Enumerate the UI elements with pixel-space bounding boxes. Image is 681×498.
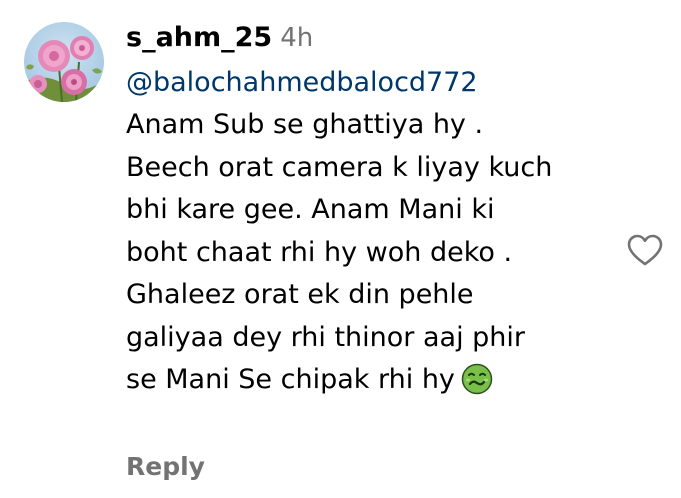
comment-item: s_ahm_25 4h @balochahmedbalocd772 Anam S… xyxy=(0,0,681,498)
comment-text-line: Anam Sub se ghattiya hy . xyxy=(126,109,484,140)
timestamp[interactable]: 4h xyxy=(280,23,313,53)
mention-link[interactable]: @balochahmedbalocd772 xyxy=(126,62,606,104)
comment-text-line: bhi kare gee. Anam Mani ki xyxy=(126,194,495,225)
comment-header: s_ahm_25 4h xyxy=(126,22,606,62)
like-button[interactable] xyxy=(624,229,666,271)
comment-text-fragment: se Mani Se chipak rhi hy xyxy=(126,364,455,395)
comment-text-line-last: se Mani Se chipak rhi hy xyxy=(126,359,606,409)
reply-button[interactable]: Reply xyxy=(126,452,205,481)
comment-text-line: Beech orat camera k liyay kuch xyxy=(126,151,553,183)
comment-text-line: galiyaa dey rhi thinor aaj phir xyxy=(126,321,526,353)
heart-outline-icon xyxy=(627,234,663,266)
avatar-image xyxy=(24,22,104,102)
avatar[interactable] xyxy=(24,22,104,102)
nauseated-face-emoji-icon xyxy=(461,363,493,409)
comment-text-line: boht chaat rhi hy woh deko . xyxy=(126,236,513,268)
comment-text: Anam Sub se ghattiya hy . Beech orat cam… xyxy=(126,104,606,409)
comment-body: s_ahm_25 4h @balochahmedbalocd772 Anam S… xyxy=(126,22,606,409)
username[interactable]: s_ahm_25 xyxy=(126,22,272,53)
comment-text-line: Ghaleez orat ek din pehle xyxy=(126,279,474,310)
